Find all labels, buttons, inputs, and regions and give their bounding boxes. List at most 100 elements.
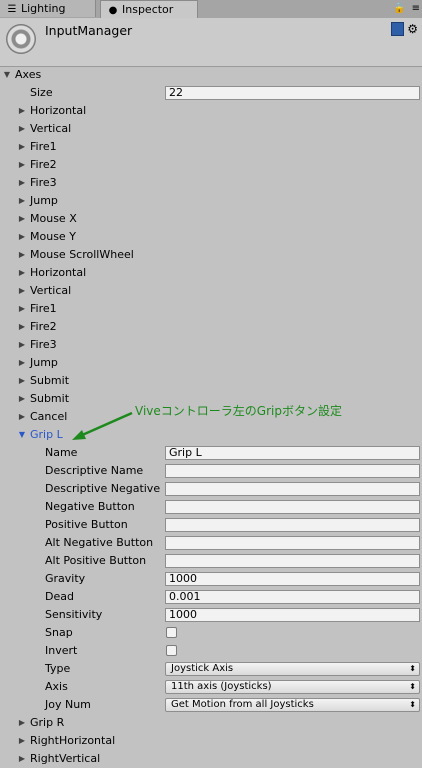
axis-select[interactable]: 11th axis (Joysticks) ⬍ [165, 680, 420, 694]
collapse-triangle-icon[interactable]: ▶ [17, 354, 27, 372]
property-input[interactable] [165, 536, 420, 550]
property-input[interactable]: Grip L [165, 446, 420, 460]
field-label: Vertical [30, 284, 72, 297]
annotation-arrow-icon [72, 411, 133, 440]
axis-property-row: Sensitivity 1000 [0, 606, 422, 624]
field-label: Joy Num [45, 698, 91, 711]
field-label: Mouse X [30, 212, 77, 225]
field-label: Mouse Y [30, 230, 76, 243]
collapse-triangle-icon[interactable]: ▶ [17, 174, 27, 192]
collapse-triangle-icon[interactable]: ▶ [17, 408, 27, 426]
collapse-triangle-icon[interactable]: ▶ [17, 156, 27, 174]
gear-icon[interactable]: ⚙ [407, 22, 418, 36]
collapse-triangle-icon[interactable]: ▶ [17, 210, 27, 228]
property-input[interactable]: 0.001 [165, 590, 420, 604]
field-label: Descriptive Name [45, 464, 144, 477]
property-input[interactable] [165, 500, 420, 514]
axis-item: ▶ Mouse X [0, 210, 422, 228]
expand-triangle-icon[interactable]: ▼ [2, 66, 12, 84]
invert-checkbox[interactable] [166, 645, 177, 656]
collapse-triangle-icon[interactable]: ▶ [17, 390, 27, 408]
axis-item: ▶ Submit [0, 372, 422, 390]
collapse-triangle-icon[interactable]: ▶ [17, 192, 27, 210]
field-label: Cancel [30, 410, 68, 423]
tab-inspector-label: Inspector [122, 3, 174, 16]
collapse-triangle-icon[interactable]: ▶ [17, 138, 27, 156]
axis-item-expanded: ▼ Grip L [0, 426, 422, 444]
field-label: RightVertical [30, 752, 101, 765]
axis-select-value: 11th axis (Joysticks) [171, 681, 272, 692]
property-input[interactable] [165, 482, 420, 496]
snap-row: Snap [0, 624, 422, 642]
axis-item: ▶ Fire2 [0, 318, 422, 336]
tab-inspector[interactable]: ● Inspector [100, 0, 198, 18]
collapse-triangle-icon[interactable]: ▶ [17, 300, 27, 318]
snap-checkbox[interactable] [166, 627, 177, 638]
field-label: Descriptive Negative [45, 482, 161, 495]
field-label: Negative Button [45, 500, 135, 513]
collapse-triangle-icon[interactable]: ▶ [17, 264, 27, 282]
type-select[interactable]: Joystick Axis ⬍ [165, 662, 420, 676]
field-label: Alt Positive Button [45, 554, 147, 567]
menu-icon[interactable]: ≡ [412, 3, 420, 14]
collapse-triangle-icon[interactable]: ▶ [17, 732, 27, 750]
field-label: Vertical [30, 122, 72, 135]
collapse-triangle-icon[interactable]: ▶ [17, 120, 27, 138]
axis-item: ▶ Vertical [0, 120, 422, 138]
field-label: Horizontal [30, 104, 87, 117]
field-label: Fire3 [30, 176, 57, 189]
axis-item: ▶ Fire3 [0, 174, 422, 192]
lock-icon[interactable]: 🔒 [393, 3, 405, 14]
field-label: Grip L [30, 428, 63, 441]
field-label: Axis [45, 680, 68, 693]
expand-triangle-icon[interactable]: ▼ [17, 426, 27, 444]
axis-property-row: Negative Button [0, 498, 422, 516]
axis-property-row: Alt Negative Button [0, 534, 422, 552]
collapse-triangle-icon[interactable]: ▶ [17, 102, 27, 120]
field-label: Name [45, 446, 78, 459]
field-label: Fire3 [30, 338, 57, 351]
joynum-row: Joy Num Get Motion from all Joysticks ⬍ [0, 696, 422, 714]
joynum-select[interactable]: Get Motion from all Joysticks ⬍ [165, 698, 420, 712]
property-input[interactable] [165, 518, 420, 532]
size-input[interactable]: 22 [165, 86, 420, 100]
collapse-triangle-icon[interactable]: ▶ [17, 318, 27, 336]
field-label: Submit [30, 392, 70, 405]
page-title: InputManager [45, 23, 133, 38]
field-label: Fire1 [30, 302, 57, 315]
axis-item: ▶ Horizontal [0, 102, 422, 120]
property-input[interactable] [165, 464, 420, 478]
axis-property-row: Descriptive Negative [0, 480, 422, 498]
tab-lighting-label: Lighting [21, 2, 66, 15]
help-book-icon[interactable] [391, 22, 405, 36]
collapse-triangle-icon[interactable]: ▶ [17, 750, 27, 768]
settings-gear-icon [6, 24, 36, 54]
tab-lighting[interactable]: ☰ Lighting [0, 0, 96, 17]
collapse-triangle-icon[interactable]: ▶ [17, 336, 27, 354]
property-input[interactable]: 1000 [165, 608, 420, 622]
collapse-triangle-icon[interactable]: ▶ [17, 282, 27, 300]
collapse-triangle-icon[interactable]: ▶ [17, 228, 27, 246]
field-label: Grip R [30, 716, 65, 729]
field-label: Size [30, 86, 53, 99]
property-input[interactable]: 1000 [165, 572, 420, 586]
axis-property-row: Dead 0.001 [0, 588, 422, 606]
axis-item: ▶ Jump [0, 192, 422, 210]
type-select-value: Joystick Axis [171, 663, 234, 674]
dropdown-arrows-icon: ⬍ [409, 682, 416, 691]
field-label: RightHorizontal [30, 734, 116, 747]
collapse-triangle-icon[interactable]: ▶ [17, 714, 27, 732]
axis-item: ▶ Grip R [0, 714, 422, 732]
axis-row: Axis 11th axis (Joysticks) ⬍ [0, 678, 422, 696]
field-label: Alt Negative Button [45, 536, 154, 549]
field-label: Axes [15, 68, 42, 81]
dropdown-arrows-icon: ⬍ [409, 664, 416, 673]
axes-size-row: Size 22 [0, 84, 422, 102]
invert-row: Invert [0, 642, 422, 660]
axes-foldout: ▼ Axes [0, 66, 422, 84]
axis-item: ▶ Jump [0, 354, 422, 372]
property-input[interactable] [165, 554, 420, 568]
collapse-triangle-icon[interactable]: ▶ [17, 246, 27, 264]
annotation-text: Viveコントローラ左のGripボタン設定 [135, 404, 342, 418]
collapse-triangle-icon[interactable]: ▶ [17, 372, 27, 390]
